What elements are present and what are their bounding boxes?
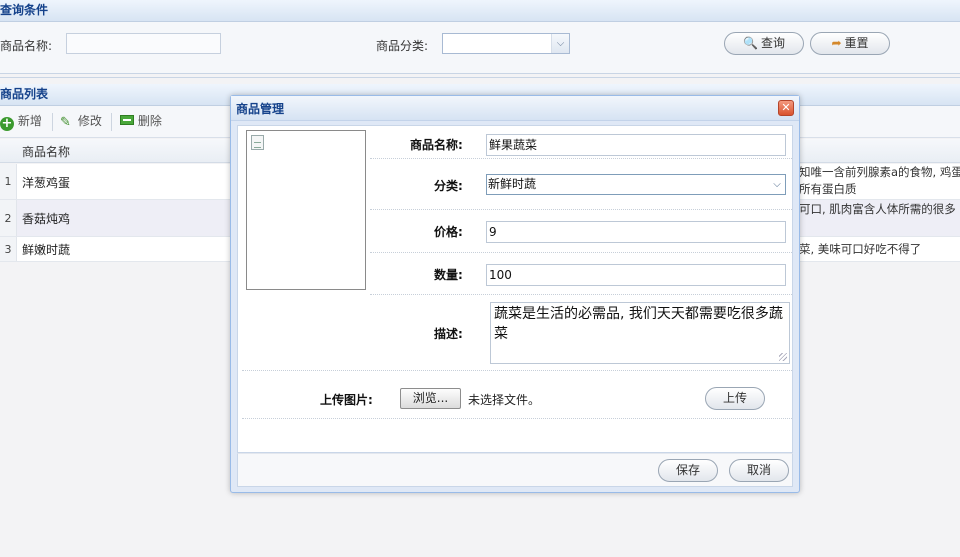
delete-button[interactable]: 删除 (120, 113, 162, 129)
upload-button[interactable]: 上传 (705, 387, 765, 410)
description-textarea[interactable]: 蔬菜是生活的必需品, 我们天天都需要吃很多蔬菜 (490, 302, 790, 364)
category-select-value: 新鲜时蔬 (488, 177, 537, 191)
reset-button[interactable]: ➦ 重置 (810, 32, 890, 55)
query-category-label: 商品分类: (376, 39, 429, 53)
add-button-label: 新增 (17, 114, 42, 128)
dialog-title-text: 商品管理 (236, 102, 285, 116)
search-button[interactable]: 🔍 查询 (724, 32, 804, 55)
broken-image-icon (251, 135, 264, 150)
cancel-button[interactable]: 取消 (729, 459, 789, 482)
row-product-name: 洋葱鸡蛋 (22, 176, 71, 190)
product-image-preview (246, 130, 366, 290)
chevron-down-icon: ⌵ (551, 34, 569, 53)
search-button-label: 查询 (760, 36, 785, 50)
dialog-form: 商品名称: 鲜果蔬菜 分类: 新鲜时蔬 ⌵ 价格: 9 数量: 100 描述: … (237, 125, 793, 453)
edit-button-label: 修改 (77, 114, 102, 128)
price-input[interactable]: 9 (486, 221, 786, 243)
form-row-upload: 上传图片: 浏览... 未选择文件。 上传 (242, 371, 792, 419)
query-name-label: 商品名称: (0, 39, 53, 53)
quantity-input[interactable]: 100 (486, 264, 786, 286)
file-status-text: 未选择文件。 (468, 393, 541, 407)
search-icon: 🔍 (743, 36, 758, 50)
toolbar-separator (111, 113, 112, 131)
form-row-price: 价格: 9 (370, 210, 792, 253)
edit-button[interactable]: ✎ 修改 (60, 113, 102, 131)
form-row-description: 描述: 蔬菜是生活的必需品, 我们天天都需要吃很多蔬菜 (242, 295, 792, 371)
description-text: 蔬菜是生活的必需品, 我们天天都需要吃很多蔬菜 (494, 306, 783, 342)
query-name-input[interactable] (66, 33, 221, 54)
category-label: 分类: (434, 179, 463, 193)
save-button-label: 保存 (675, 463, 700, 477)
quantity-label: 数量: (434, 268, 463, 282)
row-product-name: 鲜嫩时蔬 (22, 243, 71, 257)
form-row-category: 分类: 新鲜时蔬 ⌵ (370, 159, 792, 210)
reset-icon: ➦ (831, 36, 842, 50)
row-number: 2 (0, 200, 17, 236)
browse-button[interactable]: 浏览... (400, 388, 461, 409)
description-label: 描述: (434, 327, 463, 341)
name-input[interactable]: 鲜果蔬菜 (486, 134, 786, 156)
close-button[interactable]: ✕ (778, 100, 794, 116)
divider (0, 77, 960, 78)
pencil-icon: ✎ (60, 115, 71, 130)
row-product-name: 香菇炖鸡 (22, 212, 71, 226)
reset-button-label: 重置 (844, 36, 869, 50)
toolbar-separator (52, 113, 53, 131)
row-number: 1 (0, 164, 17, 199)
query-category-select[interactable]: ⌵ (442, 33, 570, 54)
resize-grip-icon[interactable] (779, 353, 787, 361)
column-header-name[interactable]: 商品名称 (22, 143, 70, 160)
chevron-down-icon: ⌵ (773, 179, 781, 190)
cancel-button-label: 取消 (746, 463, 771, 477)
row-description: 菜, 美味可口好吃不得了 (799, 242, 922, 256)
plus-icon: + (0, 116, 14, 131)
delete-button-label: 删除 (137, 114, 162, 128)
query-panel-title: 查询条件 (0, 0, 960, 22)
upload-button-label: 上传 (722, 391, 747, 405)
row-description-line2: 所有蛋白质 (799, 182, 857, 196)
minus-icon (120, 115, 134, 125)
row-description: 可口, 肌肉富含人体所需的很多 (799, 202, 956, 216)
add-button[interactable]: + 新增 (0, 113, 42, 131)
upload-label: 上传图片: (320, 393, 373, 407)
save-button[interactable]: 保存 (658, 459, 718, 482)
row-number: 3 (0, 237, 17, 261)
name-label: 商品名称: (410, 138, 463, 152)
price-label: 价格: (434, 225, 463, 239)
form-row-quantity: 数量: 100 (370, 253, 792, 295)
close-icon: ✕ (781, 101, 791, 114)
form-row-name: 商品名称: 鲜果蔬菜 (370, 130, 792, 159)
row-description: 知唯一含前列腺素a的食物, 鸡蛋 (799, 165, 960, 179)
dialog-footer: 保存 取消 (237, 453, 793, 487)
dialog-title: 商品管理 ✕ (231, 96, 799, 121)
category-select[interactable]: 新鲜时蔬 ⌵ (486, 174, 786, 195)
product-dialog: 商品管理 ✕ 商品名称: 鲜果蔬菜 分类: 新鲜时蔬 ⌵ 价格: 9 数量: 1… (230, 95, 800, 493)
